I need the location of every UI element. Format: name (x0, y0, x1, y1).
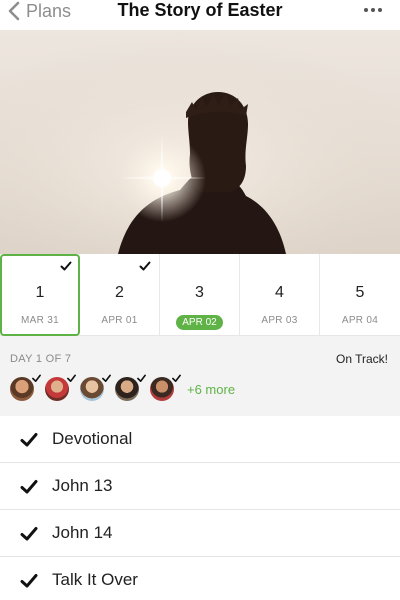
day-progress-label: DAY 1 OF 7 (10, 353, 72, 365)
more-options-button[interactable] (364, 0, 382, 20)
list-item[interactable]: John 13 (0, 463, 400, 510)
day-tab-3[interactable]: 3 APR 02 (160, 254, 240, 336)
day-tab-5[interactable]: 5 APR 04 (320, 254, 400, 336)
item-label: John 14 (52, 523, 113, 542)
list-item[interactable]: Talk It Over (0, 557, 400, 600)
item-label: John 13 (52, 476, 113, 495)
day-number: 2 (115, 284, 124, 301)
more-horizontal-icon (364, 8, 368, 12)
checkmark-icon (32, 374, 41, 383)
day-date: MAR 31 (21, 315, 59, 326)
day-number: 5 (355, 284, 365, 301)
avatar[interactable] (80, 374, 111, 401)
checkmark-icon (172, 374, 181, 383)
checkmark-icon (60, 261, 72, 271)
avatar[interactable] (115, 374, 146, 401)
checkmark-icon (139, 261, 151, 271)
day-date: APR 03 (261, 315, 298, 326)
list-item[interactable]: John 14 (0, 510, 400, 557)
more-friends-link[interactable]: +6 more (187, 382, 235, 397)
page-title: The Story of Easter (117, 0, 283, 20)
checkmark-icon[interactable] (20, 479, 38, 495)
day-number: 1 (35, 284, 45, 301)
day-number: 3 (195, 284, 204, 301)
avatar[interactable] (150, 374, 181, 401)
day-tab-2[interactable]: 2 APR 01 (80, 254, 160, 336)
day-number: 4 (275, 284, 284, 301)
day-date: APR 04 (341, 315, 379, 326)
avatar[interactable] (10, 374, 41, 401)
checkmark-icon (67, 374, 76, 383)
reading-checklist: Devotional John 13 John 14 Talk It Over (0, 416, 400, 600)
silhouette-illustration (0, 30, 400, 254)
item-label: Talk It Over (52, 570, 138, 589)
plan-hero-image (0, 30, 400, 254)
checkmark-icon[interactable] (20, 526, 38, 542)
progress-panel: DAY 1 OF 7 On Track! +6 more (0, 336, 400, 416)
day-tab-4[interactable]: 4 APR 03 (240, 254, 320, 336)
friends-avatars: +6 more (10, 374, 235, 402)
checkmark-icon[interactable] (20, 432, 38, 448)
current-day-badge: APR 02 (176, 315, 223, 330)
nav-header: Plans The Story of Easter (0, 0, 400, 30)
avatar[interactable] (45, 374, 76, 401)
status-label: On Track! (335, 352, 388, 366)
day-tab-1[interactable]: 1 MAR 31 (0, 254, 80, 336)
list-item[interactable]: Devotional (0, 416, 400, 463)
item-label: Devotional (52, 429, 133, 448)
day-date: APR 01 (101, 315, 138, 326)
checkmark-icon[interactable] (20, 573, 38, 589)
checkmark-icon (102, 374, 111, 383)
day-selector: 1 MAR 31 2 APR 01 3 APR 02 4 APR 03 5 AP… (0, 254, 400, 336)
checkmark-icon (137, 374, 146, 383)
